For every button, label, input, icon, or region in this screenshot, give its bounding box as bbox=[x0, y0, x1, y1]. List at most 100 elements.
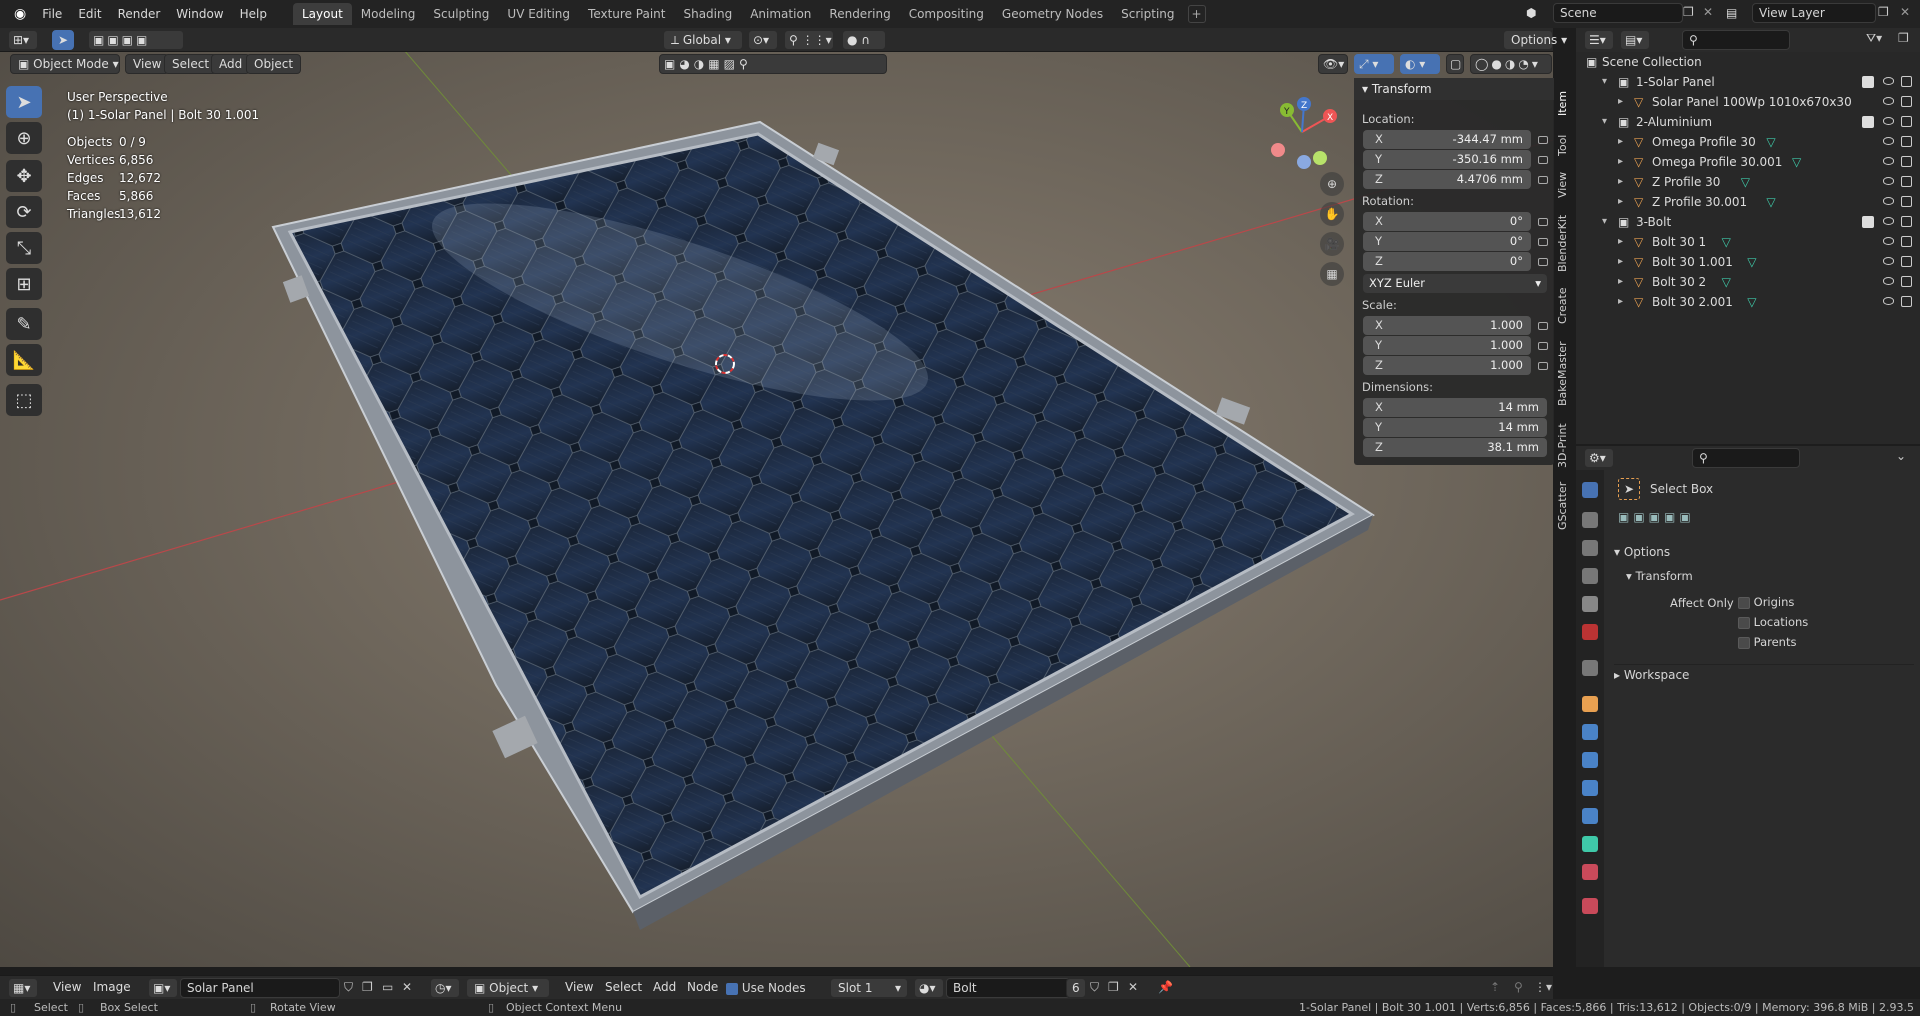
mesh-data-icon[interactable]: ▽ bbox=[1766, 192, 1775, 212]
material-tab-icon[interactable] bbox=[1582, 864, 1598, 880]
rotate-tool[interactable]: ⟳ bbox=[6, 196, 42, 228]
tab-shading[interactable]: Shading bbox=[674, 3, 741, 25]
tab-3d-print[interactable]: 3D-Print bbox=[1556, 423, 1569, 468]
disclosure-arrow-icon[interactable]: ▸ bbox=[1618, 172, 1623, 192]
render-camera-icon[interactable] bbox=[1901, 76, 1912, 87]
eye-icon[interactable] bbox=[1883, 157, 1894, 165]
tweak-tool-button[interactable]: ➤ bbox=[52, 30, 74, 50]
eye-icon[interactable] bbox=[1883, 77, 1894, 85]
outliner-object-row[interactable]: ▸ ▽ Z Profile 30 ▽ bbox=[1576, 172, 1920, 192]
render-camera-icon[interactable] bbox=[1901, 96, 1912, 107]
outliner-object-row[interactable]: ▸ ▽ Bolt 30 1.001 ▽ bbox=[1576, 252, 1920, 272]
delete-scene-icon[interactable]: ✕ bbox=[1703, 5, 1713, 19]
scale-x-field[interactable]: X 1.000 bbox=[1363, 316, 1531, 335]
eye-icon[interactable] bbox=[1883, 237, 1894, 245]
options-dropdown[interactable]: Options ▾ bbox=[1503, 30, 1567, 50]
tab-view[interactable]: View bbox=[1556, 172, 1569, 198]
expand-arrow-icon[interactable]: ▾ bbox=[1602, 212, 1607, 232]
location-x-field[interactable]: X -344.47 mm bbox=[1363, 130, 1531, 149]
scale-tool[interactable]: ⤡ bbox=[6, 232, 42, 264]
lock-icon[interactable] bbox=[1538, 238, 1548, 246]
outliner-collection-row[interactable]: ▾ ▣ 1-Solar Panel bbox=[1576, 72, 1920, 92]
render-camera-icon[interactable] bbox=[1901, 136, 1912, 147]
orientation-dropdown[interactable]: ⟂ Global ▾ bbox=[663, 30, 743, 50]
eye-icon[interactable] bbox=[1883, 137, 1894, 145]
view-menu[interactable]: View bbox=[125, 54, 170, 74]
expand-arrow-icon[interactable]: ▾ bbox=[1602, 112, 1607, 132]
disclosure-arrow-icon[interactable]: ▸ bbox=[1618, 192, 1623, 212]
fake-user-icon[interactable]: ⛉ bbox=[344, 980, 353, 995]
rotation-mode-dropdown[interactable]: XYZ Euler ▾ bbox=[1363, 274, 1547, 293]
duplicate-material-icon[interactable]: ❐ bbox=[1108, 980, 1119, 994]
eye-icon[interactable] bbox=[1883, 277, 1894, 285]
pivot-dropdown[interactable]: ⊙▾ bbox=[748, 30, 778, 50]
view-layer-field[interactable]: View Layer bbox=[1752, 3, 1876, 23]
shading-popover[interactable]: ▣◕◑▦▨⚲ bbox=[659, 54, 887, 74]
measure-tool[interactable]: 📐 bbox=[6, 344, 42, 376]
image-editor-type[interactable]: ▦▾ bbox=[8, 978, 38, 998]
modifier-tab-icon[interactable] bbox=[1582, 724, 1598, 740]
rotation-x-field[interactable]: X 0° bbox=[1363, 212, 1531, 231]
tab-geometry-nodes[interactable]: Geometry Nodes bbox=[993, 3, 1112, 25]
proportional-edit-toggle[interactable]: ● ∩ bbox=[842, 30, 886, 50]
eye-icon[interactable] bbox=[1883, 177, 1894, 185]
node-menu[interactable]: Node bbox=[680, 978, 725, 998]
gizmo-toggle[interactable]: ⤢ ▾ bbox=[1354, 54, 1394, 74]
tab-gscatter[interactable]: GScatter bbox=[1556, 482, 1569, 530]
outliner-object-row[interactable]: ▸ ▽ Omega Profile 30.001 ▽ bbox=[1576, 152, 1920, 172]
object-tab-icon[interactable] bbox=[1582, 696, 1598, 712]
particles-tab-icon[interactable] bbox=[1582, 752, 1598, 768]
image-browse-button[interactable]: ▣▾ bbox=[148, 978, 178, 998]
tab-sculpting[interactable]: Sculpting bbox=[424, 3, 498, 25]
select-mode-row[interactable]: ▣▣▣▣▣ bbox=[1618, 510, 1704, 528]
eye-icon[interactable] bbox=[1883, 297, 1894, 305]
scene-tab-icon[interactable] bbox=[1582, 596, 1598, 612]
outliner-object-row[interactable]: ▸ ▽ Bolt 30 2 ▽ bbox=[1576, 272, 1920, 292]
menu-edit[interactable]: Edit bbox=[70, 0, 109, 28]
tab-rendering[interactable]: Rendering bbox=[820, 3, 899, 25]
physics-tab-icon[interactable] bbox=[1582, 780, 1598, 796]
parent-node-tree-icon[interactable]: ⇡ bbox=[1490, 980, 1500, 994]
eye-icon[interactable] bbox=[1883, 197, 1894, 205]
rotation-z-field[interactable]: Z 0° bbox=[1363, 252, 1531, 271]
exclude-checkbox[interactable] bbox=[1862, 216, 1874, 228]
cursor-tool[interactable]: ⊕ bbox=[6, 122, 42, 154]
tab-texture-paint[interactable]: Texture Paint bbox=[579, 3, 674, 25]
add-cube-tool[interactable]: ⬚ bbox=[6, 384, 42, 416]
lock-icon[interactable] bbox=[1538, 136, 1548, 144]
outliner-object-row[interactable]: ▸ ▽ Z Profile 30.001 ▽ bbox=[1576, 192, 1920, 212]
locations-checkbox[interactable]: Locations bbox=[1738, 615, 1808, 629]
snap-target-icon[interactable]: ⋮▾ bbox=[1534, 980, 1552, 994]
ortho-grid-icon[interactable]: ▦ bbox=[1320, 262, 1344, 286]
chevron-down-icon[interactable]: ⌄ bbox=[1896, 449, 1906, 463]
render-tab-icon[interactable] bbox=[1582, 512, 1598, 528]
new-scene-icon[interactable]: ❐ bbox=[1683, 5, 1694, 19]
node-view-menu[interactable]: View bbox=[558, 978, 600, 998]
expand-arrow-icon[interactable]: ▾ bbox=[1602, 72, 1607, 92]
tab-item[interactable]: Item bbox=[1556, 91, 1569, 116]
options-section-header[interactable]: ▾ Options bbox=[1614, 542, 1914, 562]
move-tool[interactable]: ✥ bbox=[6, 160, 42, 192]
disclosure-arrow-icon[interactable]: ▸ bbox=[1618, 272, 1623, 292]
view-layer-tab-icon[interactable] bbox=[1582, 568, 1598, 584]
render-camera-icon[interactable] bbox=[1901, 216, 1912, 227]
tab-compositing[interactable]: Compositing bbox=[900, 3, 993, 25]
tab-create[interactable]: Create bbox=[1556, 287, 1569, 324]
material-name-field[interactable]: Bolt bbox=[946, 978, 1070, 998]
eye-icon[interactable] bbox=[1883, 217, 1894, 225]
collection-tab-icon[interactable] bbox=[1582, 660, 1598, 676]
viewport-scene[interactable] bbox=[0, 52, 1553, 967]
mode-dropdown[interactable]: ▣ Object Mode ▾ bbox=[10, 54, 120, 74]
editor-type-button[interactable]: ⊞▾ bbox=[8, 30, 38, 50]
location-z-field[interactable]: Z 4.4706 mm bbox=[1363, 170, 1531, 189]
delete-view-layer-icon[interactable]: ✕ bbox=[1900, 5, 1910, 19]
render-camera-icon[interactable] bbox=[1901, 296, 1912, 307]
visibility-dropdown[interactable]: 👁▾ bbox=[1318, 54, 1348, 74]
add-workspace-button[interactable]: + bbox=[1187, 5, 1206, 23]
image-menu[interactable]: Image bbox=[86, 978, 138, 998]
open-image-icon[interactable]: ▭ bbox=[382, 980, 393, 994]
rotation-y-field[interactable]: Y 0° bbox=[1363, 232, 1531, 251]
mesh-data-icon[interactable]: ▽ bbox=[1741, 172, 1750, 192]
transform-tool[interactable]: ⊞ bbox=[6, 268, 42, 300]
properties-search-input[interactable]: ⚲ bbox=[1692, 448, 1800, 468]
